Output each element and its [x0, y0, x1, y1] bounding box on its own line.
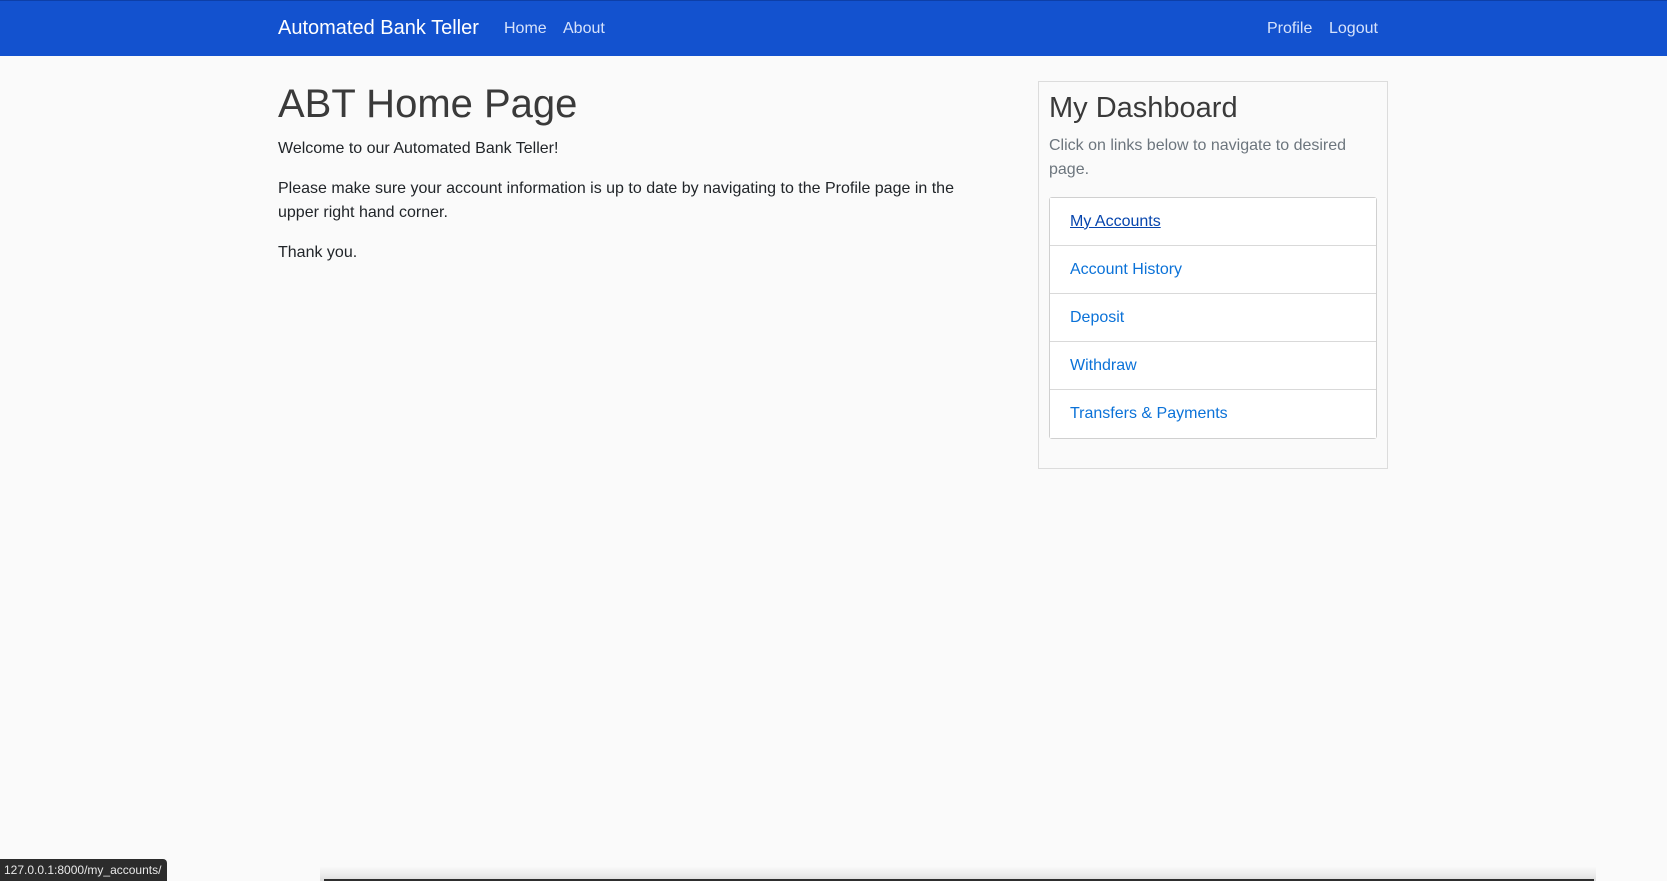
page-title: ABT Home Page — [278, 82, 578, 126]
list-item-my-accounts: My Accounts — [1050, 198, 1376, 246]
dashboard-link-list: My Accounts Account History Deposit With… — [1049, 197, 1377, 439]
nav-about-link[interactable]: About — [563, 20, 605, 38]
thanks-text: Thank you. — [278, 244, 358, 261]
list-item-account-history: Account History — [1050, 246, 1376, 294]
transfers-payments-link[interactable]: Transfers & Payments — [1070, 405, 1228, 423]
list-item-transfers-payments: Transfers & Payments — [1050, 390, 1376, 438]
dashboard-subtitle: Click on links below to navigate to desi… — [1049, 137, 1347, 178]
withdraw-link[interactable]: Withdraw — [1070, 357, 1137, 375]
nav-logout-link[interactable]: Logout — [1329, 20, 1378, 38]
dashboard-card: My Dashboard Click on links below to nav… — [1038, 81, 1388, 469]
nav-profile-link[interactable]: Profile — [1267, 20, 1312, 38]
welcome-text: Welcome to our Automated Bank Teller! — [278, 140, 559, 157]
status-bar-url: 127.0.0.1:8000/my_accounts/ — [0, 859, 168, 881]
top-navbar: Automated Bank Teller Home About Profile… — [0, 0, 1667, 56]
brand-link[interactable]: Automated Bank Teller — [278, 17, 479, 40]
deposit-link[interactable]: Deposit — [1070, 309, 1124, 327]
account-history-link[interactable]: Account History — [1070, 261, 1182, 279]
list-item-deposit: Deposit — [1050, 294, 1376, 342]
list-item-withdraw: Withdraw — [1050, 342, 1376, 390]
nav-home-link[interactable]: Home — [504, 20, 547, 38]
my-accounts-link[interactable]: My Accounts — [1070, 213, 1161, 231]
info-text: Please make sure your account informatio… — [278, 180, 954, 221]
dashboard-title: My Dashboard — [1049, 92, 1238, 124]
